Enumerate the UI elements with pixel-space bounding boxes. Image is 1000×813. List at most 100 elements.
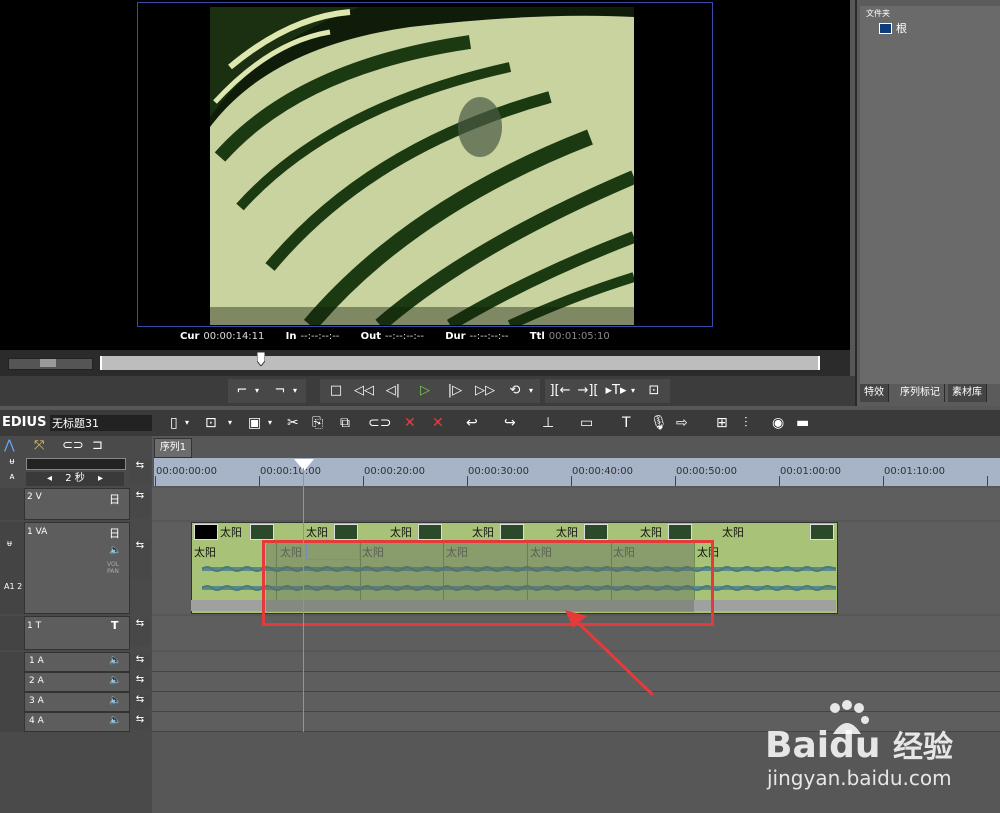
ripple-icon[interactable]: ⤧	[34, 438, 44, 453]
track-header-1va[interactable]: 1 VA 日 🔈 VOL PAN	[24, 522, 130, 614]
vol-pan-label[interactable]: VOL PAN	[107, 561, 129, 575]
replace-icon[interactable]: ⊂⊃	[368, 414, 391, 432]
ruler-toggle-icon[interactable]: ⇆	[130, 460, 150, 484]
tab-library[interactable]: 素材库	[948, 384, 987, 402]
play-button[interactable]: ▷	[414, 381, 436, 401]
view-menu-icon[interactable]: ▬	[796, 414, 809, 432]
ruler-tick-label: 00:00:00:00	[156, 466, 218, 477]
speaker-icon[interactable]: 🔈	[109, 675, 121, 686]
mixer-icon[interactable]: ⫶	[744, 414, 748, 432]
stop-button[interactable]: □	[326, 381, 346, 401]
folder-root[interactable]: 根	[896, 20, 907, 36]
track-label-1a: 1 A	[29, 656, 44, 666]
track-header-2v[interactable]: 2 V 日	[24, 488, 130, 520]
overwrite-button[interactable]: ⊡	[642, 381, 666, 401]
audio-side	[0, 652, 24, 732]
trim-icon[interactable]: ▭	[580, 414, 593, 432]
track-header-3a[interactable]: 3 A 🔈	[24, 692, 130, 712]
save-menu-icon[interactable]: ▾	[268, 414, 272, 432]
open-icon[interactable]: ⊡	[205, 414, 217, 432]
link-icon[interactable]: ⊂⊃	[62, 438, 84, 453]
app-logo: EDIUS	[2, 415, 47, 430]
folder-header: 文件夹	[866, 9, 890, 18]
title-tool-icon[interactable]: T	[622, 414, 631, 432]
track-3a-link-icon[interactable]: ⇆	[130, 694, 150, 710]
layout-icon[interactable]: ⊞	[716, 414, 728, 432]
track-header-1a[interactable]: 1 A 🔈	[24, 652, 130, 672]
track-2v-side	[0, 488, 24, 520]
ripple-delete-icon[interactable]: ✕	[432, 414, 444, 432]
track-1va-link-icon[interactable]: ⇆	[130, 540, 150, 580]
fast-forward-button[interactable]: ▷▷	[472, 381, 498, 401]
track-header-1t[interactable]: 1 T T	[24, 616, 130, 650]
track-header-2a[interactable]: 2 A 🔈	[24, 672, 130, 692]
va-sync-icon[interactable]: ᵾ	[7, 538, 12, 549]
track-2a-link-icon[interactable]: ⇆	[130, 674, 150, 690]
paste-icon[interactable]: ⧉	[340, 414, 350, 432]
shuttle-knob[interactable]	[40, 359, 56, 367]
save-icon[interactable]: ▣	[248, 414, 261, 432]
mark-out-button[interactable]: ¬	[270, 381, 290, 401]
mark-out-menu-icon[interactable]: ▾	[290, 381, 300, 401]
redo-icon[interactable]: ↪	[504, 414, 516, 432]
tab-sequence1[interactable]: 序列1	[154, 438, 192, 458]
zoom-right-icon[interactable]: ▸	[98, 473, 103, 484]
tab-effects[interactable]: 特效	[860, 384, 889, 402]
track-4a-link-icon[interactable]: ⇆	[130, 714, 150, 730]
zoom-left-icon[interactable]: ◂	[47, 473, 52, 484]
copy-icon[interactable]: ⎘	[312, 414, 323, 432]
track-1t-link-icon[interactable]: ⇆	[130, 618, 150, 646]
sync-icon[interactable]: ⊐	[92, 438, 103, 453]
new-menu-icon[interactable]: ▾	[185, 414, 189, 432]
clip-thumbnail	[668, 524, 692, 540]
step-back-button[interactable]: ◁|	[382, 381, 404, 401]
microphone-icon[interactable]: 🎙	[650, 414, 668, 432]
track-2v-link-icon[interactable]: ⇆	[130, 490, 150, 518]
mark-in-menu-icon[interactable]: ▾	[252, 381, 262, 401]
video-display-icon[interactable]: 日	[109, 491, 120, 507]
zoom-level[interactable]: ◂ 2 秒 ▸	[26, 472, 124, 486]
v-sync-icon[interactable]: ᵾ	[0, 456, 24, 470]
cut-icon[interactable]: ✂	[287, 414, 299, 432]
video-display-icon[interactable]: 日	[109, 525, 120, 541]
undo-icon[interactable]: ↩	[466, 414, 478, 432]
ruler-tick	[987, 476, 988, 486]
tc-in-label: In	[285, 331, 297, 342]
track-header-4a[interactable]: 4 A 🔈	[24, 712, 130, 732]
mode-icon[interactable]: ⋀	[4, 438, 15, 453]
snap-icon[interactable]: ⊥	[542, 414, 554, 432]
prev-edit-button[interactable]: ][←	[548, 381, 572, 401]
mark-in-button[interactable]: ⌐	[232, 381, 252, 401]
next-edit-button[interactable]: →][	[576, 381, 600, 401]
new-file-icon[interactable]: ▯	[170, 414, 178, 432]
project-name-field[interactable]: 无标题31	[50, 415, 152, 431]
delete-icon[interactable]: ✕	[404, 414, 416, 432]
zoom-slider[interactable]	[26, 458, 126, 470]
speaker-icon[interactable]: 🔈	[109, 655, 121, 666]
position-knob[interactable]	[257, 352, 265, 366]
insert-to-timeline-button[interactable]: ▸T▸	[604, 381, 628, 401]
track-label-3a: 3 A	[29, 696, 44, 706]
track-lane-2v[interactable]	[152, 488, 1000, 520]
insert-menu-icon[interactable]: ▾	[628, 381, 638, 401]
track-label-1va: 1 VA	[27, 527, 48, 537]
speaker-icon[interactable]: 🔈	[109, 715, 121, 726]
loop-button[interactable]: ⟲	[504, 381, 526, 401]
loop-menu-icon[interactable]: ▾	[526, 381, 536, 401]
playhead-handle[interactable]	[294, 459, 314, 471]
ruler-tick	[883, 476, 884, 486]
step-forward-button[interactable]: |▷	[444, 381, 466, 401]
speaker-icon[interactable]: 🔈	[109, 545, 121, 556]
position-slider[interactable]	[100, 356, 820, 370]
track-1va-side: ᵾ A1 2	[0, 522, 24, 614]
tc-cur-value: 00:00:14:11	[203, 331, 265, 342]
color-icon[interactable]: ◉	[772, 414, 784, 432]
export-icon[interactable]: ⇨	[676, 414, 688, 432]
track-1a-link-icon[interactable]: ⇆	[130, 654, 150, 670]
tab-sequence-markers[interactable]: 序列标记	[896, 384, 945, 402]
rewind-button[interactable]: ◁◁	[352, 381, 376, 401]
a-sync-icon[interactable]: ᴀ	[0, 472, 24, 486]
speaker-icon[interactable]: 🔈	[109, 695, 121, 706]
open-menu-icon[interactable]: ▾	[228, 414, 232, 432]
track-label-1t: 1 T	[27, 621, 42, 631]
